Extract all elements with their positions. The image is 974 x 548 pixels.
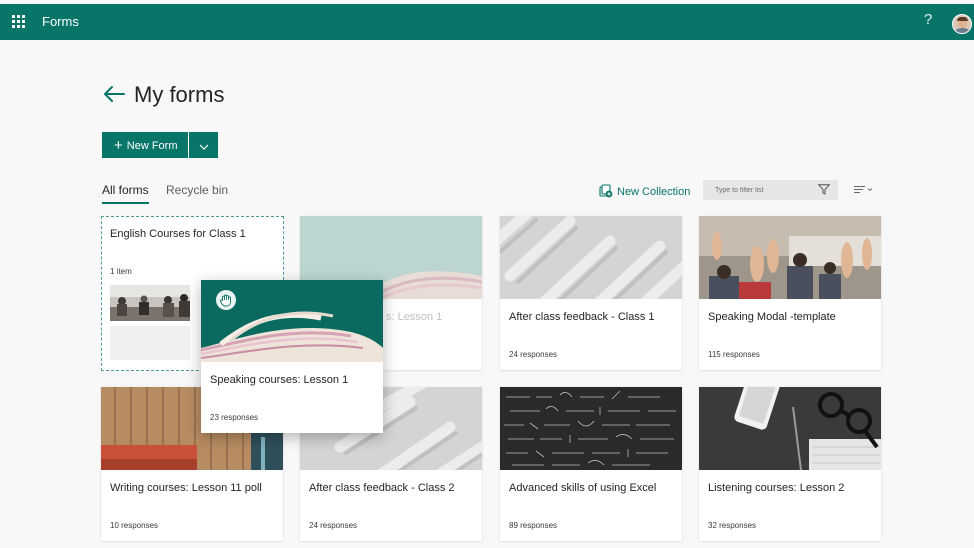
tab-recycle-bin[interactable]: Recycle bin [166,183,228,197]
waffle-icon[interactable] [12,15,25,28]
filter-icon[interactable] [818,184,830,195]
form-card[interactable]: After class feedback - Class 1 24 respon… [500,216,682,370]
sort-icon[interactable] [854,185,874,195]
form-title: Speaking Modal -template [708,311,836,323]
form-thumbnail [500,216,682,299]
new-collection-button[interactable]: New Collection [599,184,690,198]
collection-thumbnail [110,285,190,321]
page-title: My forms [134,82,225,107]
new-form-dropdown-button[interactable] [189,132,218,158]
form-title: After class feedback - Class 2 [309,482,455,494]
avatar[interactable] [952,14,972,34]
form-responses: 24 responses [309,521,358,530]
collection-count: 1 item [110,267,132,276]
form-responses: 24 responses [509,350,558,359]
form-title: After class feedback - Class 1 [509,311,655,323]
form-card[interactable]: Advanced skills of using Excel 89 respon… [500,387,682,541]
new-form-button[interactable]: + New Form [102,132,188,158]
plus-icon: + [114,136,123,154]
form-title: Speaking courses: Lesson 1 [210,374,349,386]
form-card[interactable]: Speaking Modal -template 115 responses [699,216,881,370]
help-icon[interactable]: ? [924,11,932,28]
form-thumbnail [699,216,881,299]
app-title[interactable]: Forms [42,14,79,29]
form-thumbnail [500,387,682,470]
tab-all-forms[interactable]: All forms [102,183,149,204]
back-arrow-icon[interactable] [102,84,126,104]
new-collection-icon [599,184,613,198]
new-form-label: New Form [126,139,178,152]
form-thumbnail [201,280,383,362]
form-title: Writing courses: Lesson 11 poll [110,482,262,494]
form-responses: 115 responses [708,350,760,359]
chevron-down-icon [199,144,208,150]
form-title: Listening courses: Lesson 2 [708,482,845,494]
form-responses: 23 responses [210,413,259,422]
form-title: Advanced skills of using Excel [509,482,657,494]
dragging-form-card[interactable]: Speaking courses: Lesson 1 23 responses [201,280,383,433]
form-card[interactable]: Listening courses: Lesson 2 32 responses [699,387,881,541]
grab-hand-icon [216,290,236,310]
form-responses: 10 responses [110,521,159,530]
collection-title: English Courses for Class 1 [110,228,246,240]
form-responses: 32 responses [708,521,757,530]
form-responses: 89 responses [509,521,558,530]
collection-placeholder-slot [110,326,190,360]
form-thumbnail [699,387,881,470]
top-bar: Forms ? [0,4,974,40]
new-collection-label: New Collection [617,186,691,198]
ghost-card-title: s: Lesson 1 [386,311,443,323]
